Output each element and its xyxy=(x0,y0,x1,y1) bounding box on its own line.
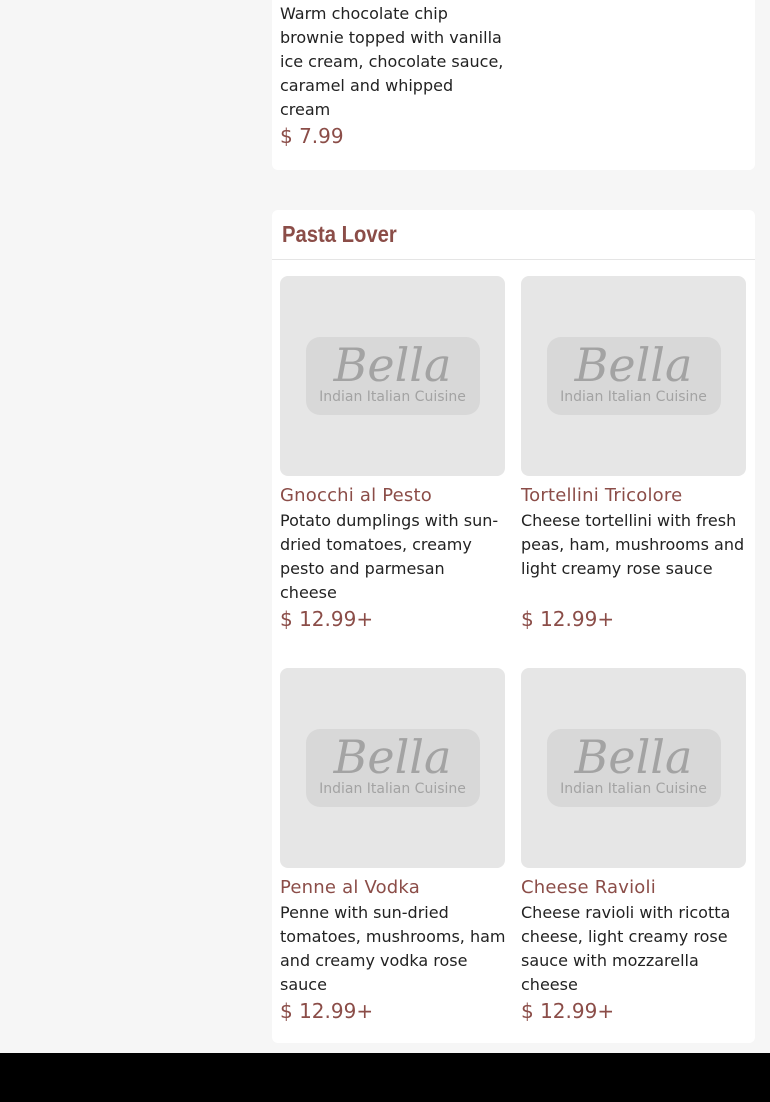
item-description: Cheese ravioli with ricotta cheese, ligh… xyxy=(521,903,731,994)
pasta-lover-section: Pasta Lover Bella Indian Italian Cuisine… xyxy=(272,210,755,1043)
section-header: Pasta Lover xyxy=(272,210,755,260)
menu-item[interactable]: Bella Indian Italian Cuisine Gnocchi al … xyxy=(280,276,506,631)
restaurant-logo: Bella Indian Italian Cuisine xyxy=(305,337,480,415)
menu-item[interactable]: Bella Indian Italian Cuisine Cheese Ravi… xyxy=(521,668,747,1023)
item-price: $ 7.99 xyxy=(280,124,344,148)
item-name[interactable]: Gnocchi al Pesto xyxy=(280,485,506,507)
restaurant-logo: Bella Indian Italian Cuisine xyxy=(546,729,721,807)
menu-item[interactable]: Bella Indian Italian Cuisine Penne al Vo… xyxy=(280,668,506,1023)
item-image-placeholder[interactable]: Bella Indian Italian Cuisine xyxy=(521,668,746,868)
item-description: Penne with sun-dried tomatoes, mushrooms… xyxy=(280,903,506,994)
item-name[interactable]: Tortellini Tricolore xyxy=(521,485,747,507)
footer-bar xyxy=(0,1053,770,1102)
item-name[interactable]: Cheese Ravioli xyxy=(521,877,747,899)
item-price: $ 12.99+ xyxy=(280,607,374,631)
menu-item[interactable]: Bella Indian Italian Cuisine Tortellini … xyxy=(521,276,747,631)
item-price: $ 12.99+ xyxy=(521,999,615,1023)
section-title: Pasta Lover xyxy=(282,221,397,247)
item-description: Cheese tortellini with fresh peas, ham, … xyxy=(521,511,745,578)
item-price: $ 12.99+ xyxy=(280,999,374,1023)
restaurant-logo: Bella Indian Italian Cuisine xyxy=(546,337,721,415)
item-image-placeholder[interactable]: Bella Indian Italian Cuisine xyxy=(280,276,505,476)
item-description: Warm chocolate chip brownie topped with … xyxy=(280,4,504,119)
item-image-placeholder[interactable]: Bella Indian Italian Cuisine xyxy=(280,668,505,868)
item-price: $ 12.99+ xyxy=(521,607,615,631)
dessert-card: Warm chocolate chip brownie topped with … xyxy=(272,0,755,170)
restaurant-logo: Bella Indian Italian Cuisine xyxy=(305,729,480,807)
item-name[interactable]: Penne al Vodka xyxy=(280,877,506,899)
item-image-placeholder[interactable]: Bella Indian Italian Cuisine xyxy=(521,276,746,476)
item-description: Potato dumplings with sun-dried tomatoes… xyxy=(280,511,499,602)
